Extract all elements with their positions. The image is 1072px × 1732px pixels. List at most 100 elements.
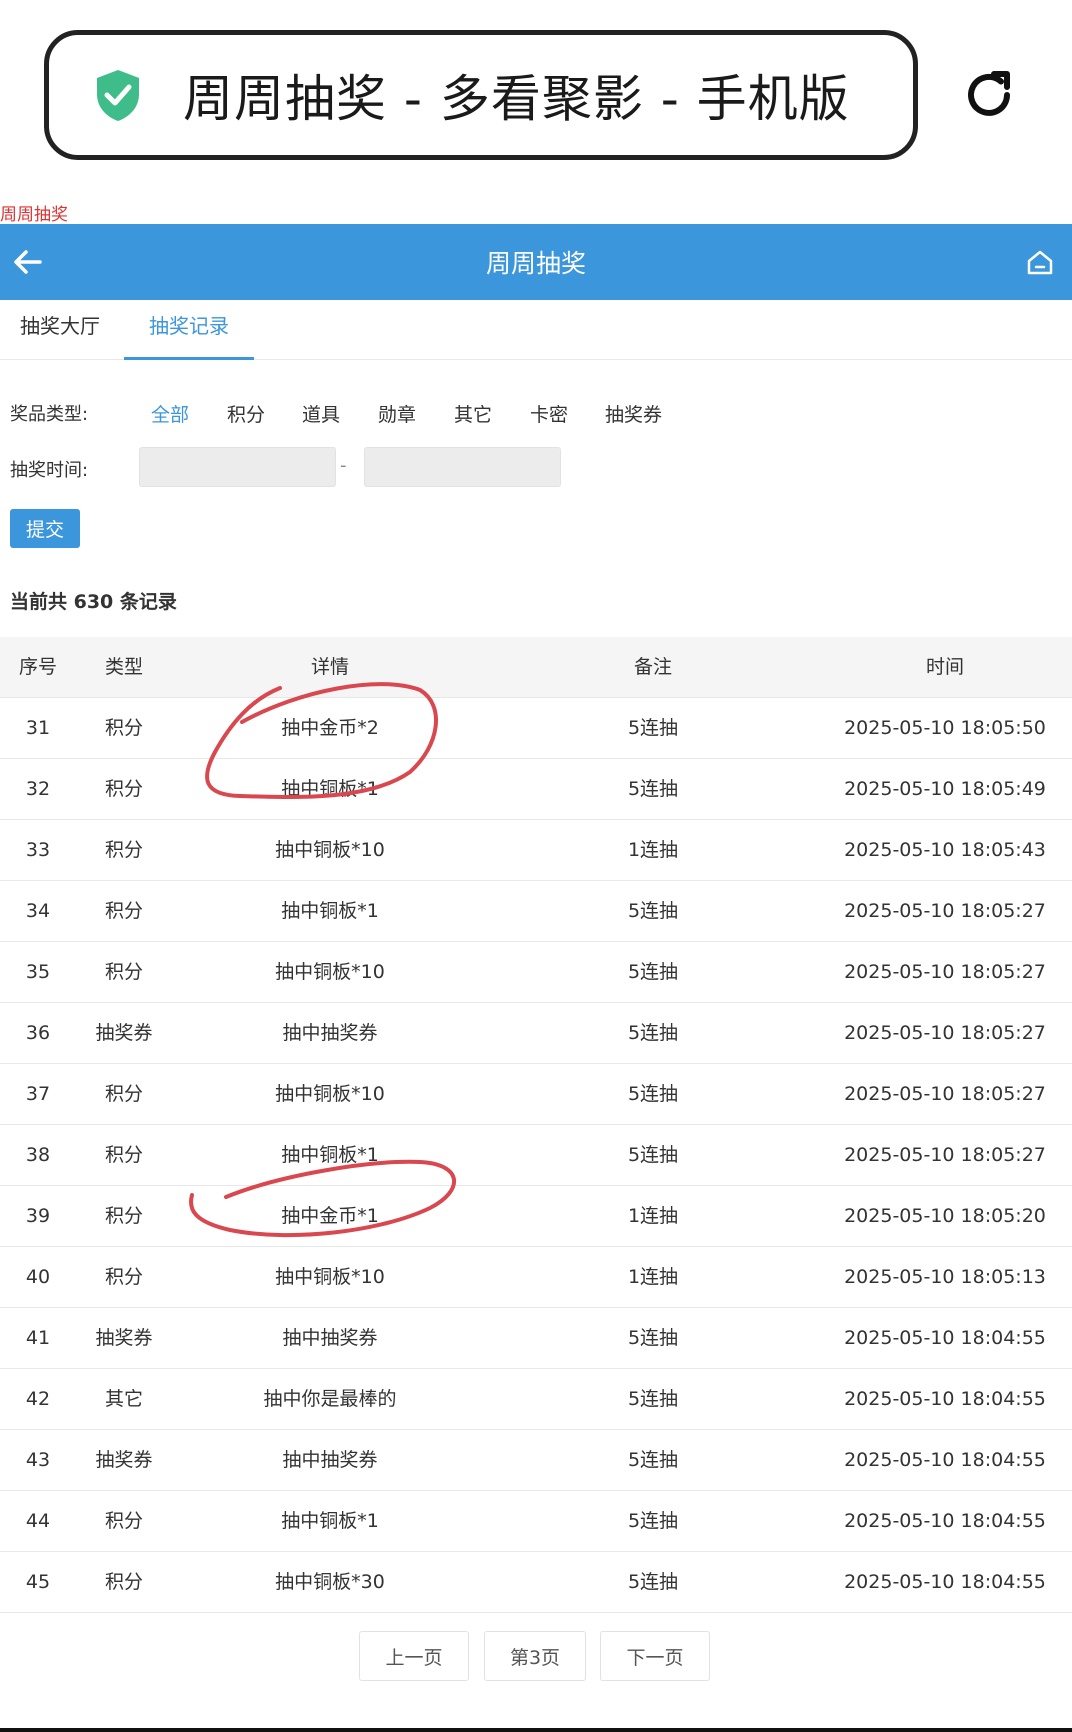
cell-type: 积分 bbox=[104, 778, 143, 800]
cell-note: 5连抽 bbox=[627, 1510, 679, 1532]
prize-type-label: 奖品类型: bbox=[10, 404, 89, 425]
current-page-indicator[interactable]: 第3页 bbox=[484, 1631, 586, 1681]
home-icon[interactable] bbox=[1022, 244, 1058, 280]
cell-detail: 抽中抽奖券 bbox=[282, 1327, 378, 1349]
cell-detail: 抽中铜板*1 bbox=[281, 1144, 379, 1166]
cell-note: 1连抽 bbox=[627, 1205, 679, 1227]
cell-time: 2025-05-10 18:05:50 bbox=[844, 717, 1046, 739]
tab-lottery-records[interactable]: 抽奖记录 bbox=[124, 300, 254, 360]
records-table: 序号 类型 详情 备注 时间 31 积分 抽中金币*2 5连抽 2025-05-10 1… bbox=[0, 637, 1072, 1613]
header-no: 序号 bbox=[18, 656, 57, 678]
cell-detail: 抽中铜板*10 bbox=[275, 961, 385, 983]
cell-no: 42 bbox=[25, 1388, 51, 1410]
cell-time: 2025-05-10 18:04:55 bbox=[844, 1571, 1046, 1593]
cell-detail: 抽中抽奖券 bbox=[282, 1022, 378, 1044]
cell-type: 积分 bbox=[104, 1144, 143, 1166]
cell-no: 39 bbox=[25, 1205, 51, 1227]
cell-time: 2025-05-10 18:04:55 bbox=[844, 1510, 1046, 1532]
cell-type: 积分 bbox=[104, 839, 143, 861]
next-page-button[interactable]: 下一页 bbox=[600, 1631, 710, 1681]
type-option-points[interactable]: 积分 bbox=[227, 400, 265, 427]
table-row: 31 积分 抽中金币*2 5连抽 2025-05-10 18:05:50 bbox=[0, 698, 1072, 759]
address-bar[interactable]: 周周抽奖 - 多看聚影 - 手机版 bbox=[44, 30, 918, 160]
cell-time: 2025-05-10 18:05:27 bbox=[844, 961, 1046, 983]
cell-time: 2025-05-10 18:04:55 bbox=[844, 1327, 1046, 1349]
cell-note: 5连抽 bbox=[627, 1327, 679, 1349]
type-option-items[interactable]: 道具 bbox=[302, 400, 340, 427]
end-date-input[interactable] bbox=[364, 447, 561, 487]
cell-note: 5连抽 bbox=[627, 900, 679, 922]
submit-button[interactable]: 提交 bbox=[10, 509, 80, 548]
cell-detail: 抽中金币*2 bbox=[281, 717, 379, 739]
cell-time: 2025-05-10 18:05:27 bbox=[844, 1083, 1046, 1105]
cell-time: 2025-05-10 18:05:43 bbox=[844, 839, 1046, 861]
prev-page-button[interactable]: 上一页 bbox=[359, 1631, 469, 1681]
table-row: 36 抽奖券 抽中抽奖券 5连抽 2025-05-10 18:05:27 bbox=[0, 1003, 1072, 1064]
cell-detail: 抽中你是最棒的 bbox=[263, 1388, 397, 1410]
bottom-divider bbox=[0, 1728, 1072, 1732]
cell-time: 2025-05-10 18:04:55 bbox=[844, 1388, 1046, 1410]
table-row: 40 积分 抽中铜板*10 1连抽 2025-05-10 18:05:13 bbox=[0, 1247, 1072, 1308]
cell-note: 5连抽 bbox=[627, 1388, 679, 1410]
cell-time: 2025-05-10 18:04:55 bbox=[844, 1449, 1046, 1471]
cell-type: 积分 bbox=[104, 900, 143, 922]
table-row: 33 积分 抽中铜板*10 1连抽 2025-05-10 18:05:43 bbox=[0, 820, 1072, 881]
table-body: 31 积分 抽中金币*2 5连抽 2025-05-10 18:05:50 32 积分 抽中铜板… bbox=[0, 698, 1072, 1613]
cell-no: 37 bbox=[25, 1083, 51, 1105]
cell-detail: 抽中铜板*10 bbox=[275, 1083, 385, 1105]
start-date-input[interactable] bbox=[139, 447, 336, 487]
cell-no: 43 bbox=[25, 1449, 51, 1471]
header-type: 类型 bbox=[104, 656, 143, 678]
document-title: 周周抽奖 bbox=[0, 205, 68, 225]
app-header: 周周抽奖 bbox=[0, 224, 1072, 300]
type-option-all[interactable]: 全部 bbox=[151, 400, 189, 427]
cell-note: 5连抽 bbox=[627, 778, 679, 800]
cell-no: 40 bbox=[25, 1266, 51, 1288]
table-row: 32 积分 抽中铜板*1 5连抽 2025-05-10 18:05:49 bbox=[0, 759, 1072, 820]
cell-type: 积分 bbox=[104, 1266, 143, 1288]
cell-time: 2025-05-10 18:05:13 bbox=[844, 1266, 1046, 1288]
type-option-medals[interactable]: 勋章 bbox=[378, 400, 416, 427]
cell-time: 2025-05-10 18:05:27 bbox=[844, 900, 1046, 922]
cell-type: 积分 bbox=[104, 1571, 143, 1593]
cell-time: 2025-05-10 18:05:27 bbox=[844, 1144, 1046, 1166]
table-row: 42 其它 抽中你是最棒的 5连抽 2025-05-10 18:04:55 bbox=[0, 1369, 1072, 1430]
reload-icon[interactable] bbox=[960, 66, 1018, 124]
cell-no: 32 bbox=[25, 778, 51, 800]
table-row: 44 积分 抽中铜板*1 5连抽 2025-05-10 18:04:55 bbox=[0, 1491, 1072, 1552]
type-option-card-key[interactable]: 卡密 bbox=[530, 400, 568, 427]
cell-detail: 抽中铜板*1 bbox=[281, 778, 379, 800]
table-row: 38 积分 抽中铜板*1 5连抽 2025-05-10 18:05:27 bbox=[0, 1125, 1072, 1186]
page-title: 周周抽奖 bbox=[485, 249, 586, 278]
tab-lottery-hall[interactable]: 抽奖大厅 bbox=[0, 300, 120, 360]
table-row: 37 积分 抽中铜板*10 5连抽 2025-05-10 18:05:27 bbox=[0, 1064, 1072, 1125]
record-count: 当前共 630 条记录 bbox=[10, 591, 177, 613]
table-row: 39 积分 抽中金币*1 1连抽 2025-05-10 18:05:20 bbox=[0, 1186, 1072, 1247]
cell-type: 抽奖券 bbox=[95, 1449, 153, 1471]
cell-note: 5连抽 bbox=[627, 1571, 679, 1593]
tab-bar: 抽奖大厅 抽奖记录 bbox=[0, 300, 1072, 360]
cell-no: 35 bbox=[25, 961, 51, 983]
cell-detail: 抽中铜板*10 bbox=[275, 839, 385, 861]
cell-type: 积分 bbox=[104, 717, 143, 739]
table-row: 35 积分 抽中铜板*10 5连抽 2025-05-10 18:05:27 bbox=[0, 942, 1072, 1003]
cell-type: 积分 bbox=[104, 961, 143, 983]
cell-time: 2025-05-10 18:05:20 bbox=[844, 1205, 1046, 1227]
type-option-tickets[interactable]: 抽奖券 bbox=[605, 400, 662, 427]
shield-check-icon bbox=[93, 67, 143, 123]
header-detail: 详情 bbox=[310, 656, 349, 678]
cell-type: 积分 bbox=[104, 1083, 143, 1105]
cell-note: 5连抽 bbox=[627, 1144, 679, 1166]
cell-time: 2025-05-10 18:05:49 bbox=[844, 778, 1046, 800]
cell-note: 5连抽 bbox=[627, 961, 679, 983]
cell-no: 33 bbox=[25, 839, 51, 861]
cell-no: 41 bbox=[25, 1327, 51, 1349]
cell-type: 积分 bbox=[104, 1510, 143, 1532]
table-row: 45 积分 抽中铜板*30 5连抽 2025-05-10 18:04:55 bbox=[0, 1552, 1072, 1613]
cell-note: 5连抽 bbox=[627, 717, 679, 739]
type-option-other[interactable]: 其它 bbox=[454, 400, 492, 427]
cell-no: 34 bbox=[25, 900, 51, 922]
cell-no: 31 bbox=[25, 717, 51, 739]
arrow-left-icon[interactable] bbox=[10, 244, 46, 280]
date-separator: - bbox=[340, 455, 347, 476]
